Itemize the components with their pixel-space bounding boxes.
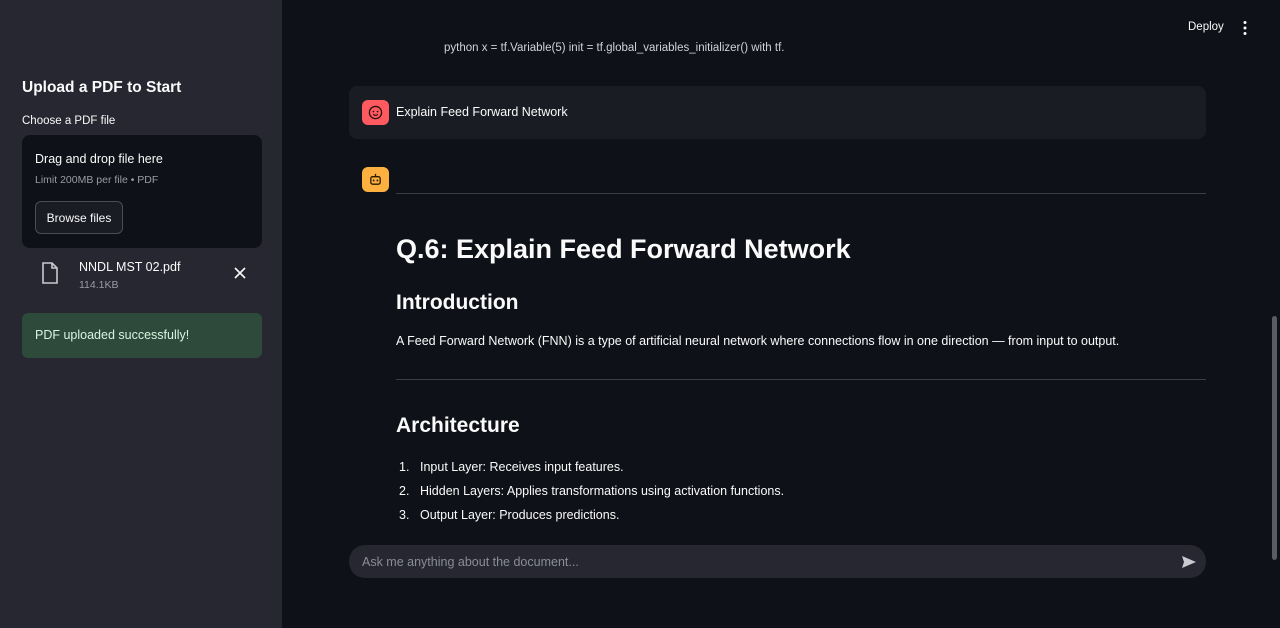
kebab-menu-icon[interactable] bbox=[1239, 20, 1251, 36]
browse-files-button[interactable]: Browse files bbox=[35, 201, 123, 234]
previous-message-fragment: python x = tf.Variable(5) init = tf.glob… bbox=[444, 42, 785, 54]
scrollbar[interactable] bbox=[1272, 316, 1277, 560]
close-icon[interactable] bbox=[232, 265, 248, 281]
dropzone-limit: Limit 200MB per file • PDF bbox=[35, 174, 159, 186]
list-item: 1. Input Layer: Receives input features. bbox=[399, 460, 624, 474]
file-size: 114.1KB bbox=[79, 279, 119, 291]
success-alert: PDF uploaded successfully! bbox=[22, 313, 262, 358]
user-message: Explain Feed Forward Network bbox=[349, 86, 1206, 139]
divider bbox=[396, 193, 1206, 194]
introduction-text: A Feed Forward Network (FNN) is a type o… bbox=[396, 334, 1120, 348]
list-item: 3. Output Layer: Produces predictions. bbox=[399, 508, 620, 522]
divider bbox=[396, 379, 1206, 380]
send-icon[interactable] bbox=[1181, 554, 1197, 570]
introduction-heading: Introduction bbox=[396, 291, 519, 314]
file-icon bbox=[42, 262, 58, 284]
user-message-text: Explain Feed Forward Network bbox=[396, 105, 568, 119]
chat-input-bar bbox=[349, 545, 1206, 578]
robot-icon bbox=[362, 167, 389, 192]
user-face-icon bbox=[362, 100, 389, 125]
main-area: Deploy python x = tf.Variable(5) init = … bbox=[282, 0, 1280, 628]
sidebar-title: Upload a PDF to Start bbox=[22, 79, 182, 96]
architecture-list: 1. Input Layer: Receives input features. … bbox=[396, 460, 784, 532]
dropzone-title: Drag and drop file here bbox=[35, 152, 163, 166]
file-dropzone[interactable]: Drag and drop file here Limit 200MB per … bbox=[22, 135, 262, 248]
chat-input[interactable] bbox=[362, 545, 1162, 578]
uploader-label: Choose a PDF file bbox=[22, 115, 116, 127]
architecture-heading: Architecture bbox=[396, 414, 520, 437]
sidebar: Upload a PDF to Start Choose a PDF file … bbox=[0, 0, 282, 628]
answer-heading: Q.6: Explain Feed Forward Network bbox=[396, 234, 851, 264]
list-item: 2. Hidden Layers: Applies transformations… bbox=[399, 484, 785, 498]
deploy-button[interactable]: Deploy bbox=[1188, 21, 1224, 33]
file-name: NNDL MST 02.pdf bbox=[79, 260, 181, 274]
uploaded-file-item: NNDL MST 02.pdf 114.1KB bbox=[22, 254, 262, 298]
